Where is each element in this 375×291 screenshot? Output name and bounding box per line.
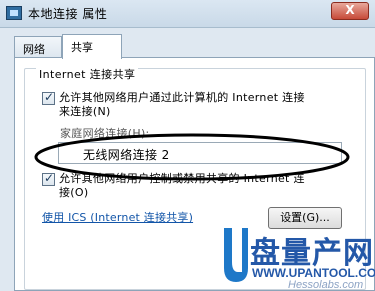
title-bar[interactable]: 本地连接 属性 X — [0, 0, 375, 28]
tab-sharing[interactable]: 共享 — [62, 34, 122, 59]
network-icon — [6, 6, 22, 20]
close-button[interactable]: X — [331, 2, 369, 20]
watermark: 盘量产网 WWW.UPANTOOL.COM Hessolabs.com — [210, 226, 375, 291]
ics-group-title: Internet 连接共享 — [36, 66, 139, 82]
ics-help-link[interactable]: 使用 ICS (Internet 连接共享) — [42, 209, 193, 225]
watermark-url: WWW.UPANTOOL.COM — [252, 266, 375, 280]
tab-strip: 网络 共享 — [10, 34, 370, 59]
watermark-small-text: Hessolabs.com — [288, 279, 364, 291]
allow-connect-label-line1[interactable]: 允许其他网络用户通过此计算机的 Internet 连接 — [59, 91, 305, 105]
window-title: 本地连接 属性 — [28, 7, 108, 21]
allow-control-label-line1[interactable]: 允许其他网络用户控制或禁用共享的 Internet 连 — [59, 172, 305, 186]
home-network-select[interactable]: 无线网络连接 2 — [58, 142, 342, 164]
home-network-value: 无线网络连接 2 — [83, 148, 170, 162]
tab-network[interactable]: 网络 — [14, 36, 62, 58]
allow-control-checkbox[interactable] — [42, 171, 55, 186]
allow-control-label-line2[interactable]: 接(O) — [59, 186, 88, 200]
allow-connect-label-line2[interactable]: 来连接(N) — [59, 105, 111, 119]
allow-connect-checkbox[interactable] — [42, 90, 55, 105]
home-network-label: 家庭网络连接(H): — [60, 127, 150, 140]
properties-window: 本地连接 属性 X 网络 共享 Internet 连接共享 允许其他网络用户通过… — [0, 0, 375, 291]
watermark-u-logo — [224, 228, 248, 282]
